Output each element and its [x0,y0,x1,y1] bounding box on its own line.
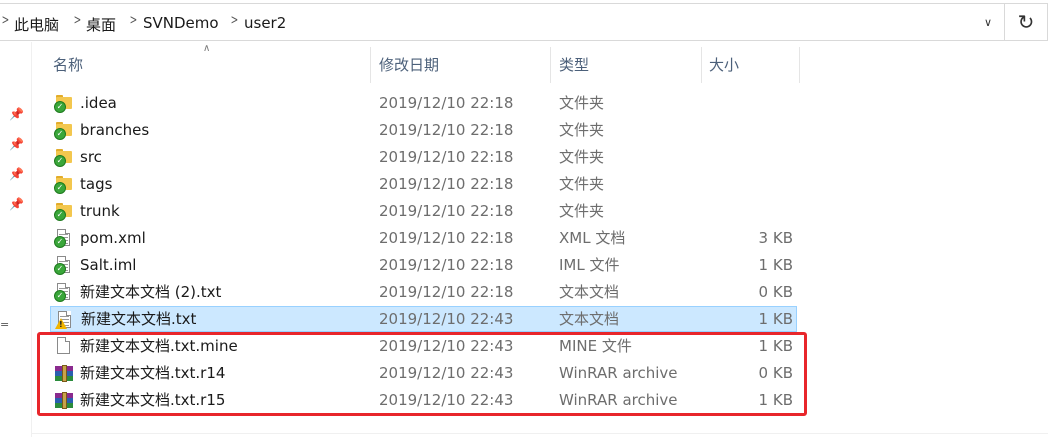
svn-document-icon: ✓ [54,228,74,248]
breadcrumb-this-pc[interactable]: 此电脑 [14,14,59,35]
file-row[interactable]: ✓ branches 2019/12/10 22:18 文件夹 [50,117,797,143]
file-date: 2019/12/10 22:18 [379,229,514,247]
file-type: 文件夹 [559,148,605,166]
file-size: 1 KB [758,310,793,328]
file-date: 2019/12/10 22:18 [379,256,514,274]
column-header-size[interactable]: 大小 [709,47,794,83]
file-date: 2019/12/10 22:18 [379,148,514,166]
file-name: Salt.iml [80,256,137,274]
file-type: 文件夹 [559,94,605,112]
highlight-annotation-box [37,332,807,416]
file-row[interactable]: ✓ src 2019/12/10 22:18 文件夹 [50,144,797,170]
nav-pane-marker: = [0,318,10,331]
breadcrumb-chevron-icon[interactable]: > [74,13,82,28]
file-type: IML 文件 [559,256,620,274]
breadcrumb-chevron-icon[interactable]: > [231,13,239,28]
column-divider[interactable] [799,47,800,83]
svn-conflict-document-icon: ! [55,310,75,330]
breadcrumb-chevron-icon[interactable]: > [130,13,138,28]
file-row[interactable]: ✓ .idea 2019/12/10 22:18 文件夹 [50,90,797,116]
pin-icon[interactable]: 📌 [9,197,24,211]
file-date: 2019/12/10 22:18 [379,202,514,220]
column-header-date[interactable]: 修改日期 [379,47,549,83]
file-size: 1 KB [758,256,793,274]
file-type: 文本文档 [559,310,620,328]
address-bar[interactable]: > 此电脑 > 桌面 > SVNDemo > user2 ∨ [0,3,1005,41]
breadcrumb-user2[interactable]: user2 [244,14,286,32]
column-header-name[interactable]: 名称 [53,47,368,83]
refresh-icon[interactable]: ↻ [1005,3,1048,41]
file-row[interactable]: ✓ 新建文本文档 (2).txt 2019/12/10 22:18 文本文档 0… [50,279,797,305]
address-history-dropdown-icon[interactable]: ∨ [978,13,998,33]
file-date: 2019/12/10 22:18 [379,283,514,301]
svn-folder-icon: ✓ [54,174,74,194]
file-size: 3 KB [758,229,793,247]
file-date: 2019/12/10 22:18 [379,175,514,193]
file-name: tags [80,175,113,193]
file-type: XML 文档 [559,229,626,247]
pin-icon[interactable]: 📌 [9,137,24,151]
file-name: trunk [80,202,120,220]
file-row[interactable]: ✓ tags 2019/12/10 22:18 文件夹 [50,171,797,197]
file-size: 0 KB [758,283,793,301]
file-name: src [80,148,102,166]
svn-folder-icon: ✓ [54,147,74,167]
file-type: 文件夹 [559,175,605,193]
svn-folder-icon: ✓ [54,93,74,113]
file-date: 2019/12/10 22:43 [379,310,514,328]
list-bottom-divider [31,433,1048,434]
file-type: 文件夹 [559,121,605,139]
file-date: 2019/12/10 22:18 [379,94,514,112]
breadcrumb-desktop[interactable]: 桌面 [86,14,116,35]
file-date: 2019/12/10 22:18 [379,121,514,139]
file-row[interactable]: ✓ Salt.iml 2019/12/10 22:18 IML 文件 1 KB [50,252,797,278]
pin-icon[interactable]: 📌 [9,167,24,181]
svn-document-icon: ✓ [54,255,74,275]
file-name: 新建文本文档.txt [81,310,197,328]
file-row[interactable]: ✓ trunk 2019/12/10 22:18 文件夹 [50,198,797,224]
breadcrumb-chevron-icon: > [1,13,10,28]
column-divider[interactable] [701,47,702,83]
file-type: 文本文档 [559,283,620,301]
svn-folder-icon: ✓ [54,201,74,221]
nav-pane-divider [31,42,32,437]
file-name: .idea [80,94,117,112]
file-type: 文件夹 [559,202,605,220]
column-divider[interactable] [550,47,551,83]
file-name: 新建文本文档 (2).txt [80,283,222,301]
file-row[interactable]: ✓ pom.xml 2019/12/10 22:18 XML 文档 3 KB [50,225,797,251]
svn-folder-icon: ✓ [54,120,74,140]
file-name: pom.xml [80,229,146,247]
svn-document-icon: ✓ [54,282,74,302]
file-name: branches [80,121,150,139]
breadcrumb-svndemo[interactable]: SVNDemo [143,14,219,32]
column-divider[interactable] [370,47,371,83]
file-row-selected[interactable]: ! 新建文本文档.txt 2019/12/10 22:43 文本文档 1 KB [50,306,797,332]
pin-icon[interactable]: 📌 [9,107,24,121]
column-header-type[interactable]: 类型 [559,47,699,83]
